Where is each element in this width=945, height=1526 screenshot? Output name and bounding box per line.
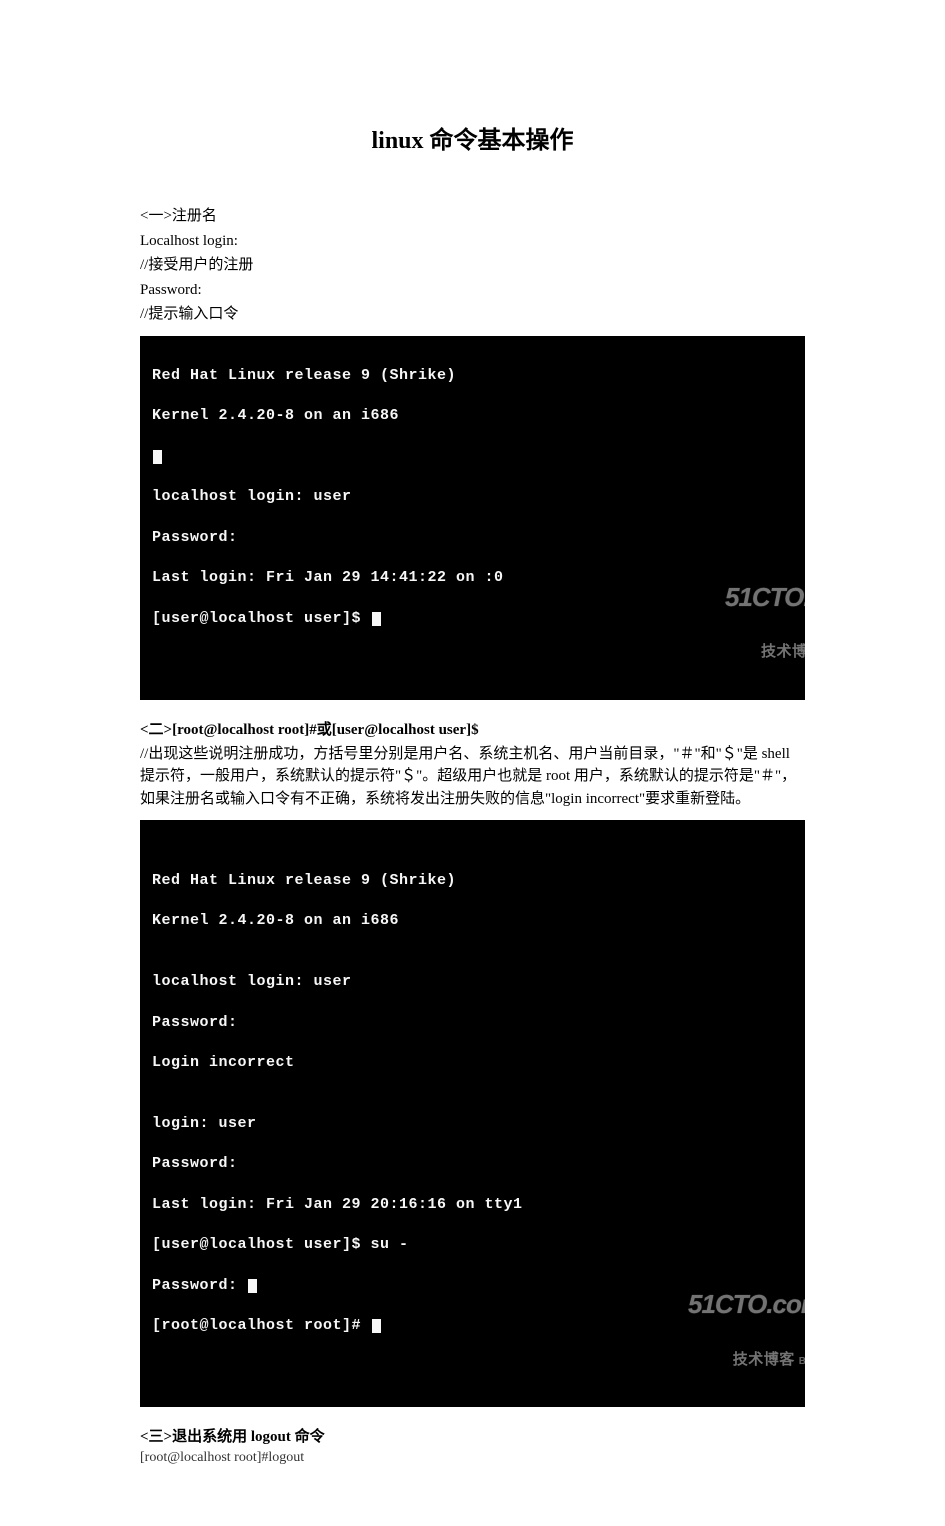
section2-heading: <二>[root@localhost root]#或[user@localhos… [140,718,805,739]
section3-line1: [root@localhost root]#logout [140,1450,805,1466]
section3-heading: <三>退出系统用 logout 命令 [140,1425,805,1446]
terminal-screenshot-2: Red Hat Linux release 9 (Shrike) Kernel … [140,820,805,1407]
term1-l7: [user@localhost user]$ [152,609,793,629]
term2-l11: [user@localhost user]$ su - [152,1235,793,1255]
term2-l1: Red Hat Linux release 9 (Shrike) [152,871,793,891]
term2-l8: login: user [152,1114,793,1134]
term2-l6: Login incorrect [152,1053,793,1073]
watermark-text-top: 51CTO.com [688,1290,805,1319]
watermark-text-top: 51CTO.c [725,583,805,612]
section1-line2: //接受用户的注册 [140,254,805,277]
term2-l4: localhost login: user [152,972,793,992]
section1-line1: Localhost login: [140,230,805,253]
cursor-icon [153,450,162,464]
terminal-screenshot-1: Red Hat Linux release 9 (Shrike) Kernel … [140,336,805,700]
cursor-icon [248,1279,257,1293]
watermark-text-bottom: 技术博客 [725,644,805,661]
section1-heading: <一>注册名 [140,205,805,228]
cursor-icon [372,612,381,626]
term1-l6: Last login: Fri Jan 29 14:41:22 on :0 [152,568,793,588]
page-title: linux 命令基本操作 [140,120,805,155]
section2-paragraph: //出现这些说明注册成功，方括号里分别是用户名、系统主机名、用户当前目录，"＃"… [140,743,805,811]
watermark-1: 51CTO.c 技术博客 [725,550,805,694]
term2-l10: Last login: Fri Jan 29 20:16:16 on tty1 [152,1195,793,1215]
section1-line3: Password: [140,279,805,302]
document-page: linux 命令基本操作 <一>注册名 Localhost login: //接… [0,0,945,1526]
term1-l2: Kernel 2.4.20-8 on an i686 [152,406,793,426]
term1-l1: Red Hat Linux release 9 (Shrike) [152,366,793,386]
watermark-text-bottom: 技术博客Blog [688,1352,805,1369]
term1-l3 [152,447,793,467]
watermark-2: 51CTO.com 技术博客Blog [688,1257,805,1401]
term2-l9: Password: [152,1154,793,1174]
cursor-icon [372,1319,381,1333]
section1-line4: //提示输入口令 [140,303,805,326]
term2-l5: Password: [152,1013,793,1033]
term2-l2: Kernel 2.4.20-8 on an i686 [152,911,793,931]
term1-l4: localhost login: user [152,487,793,507]
term1-l5: Password: [152,528,793,548]
